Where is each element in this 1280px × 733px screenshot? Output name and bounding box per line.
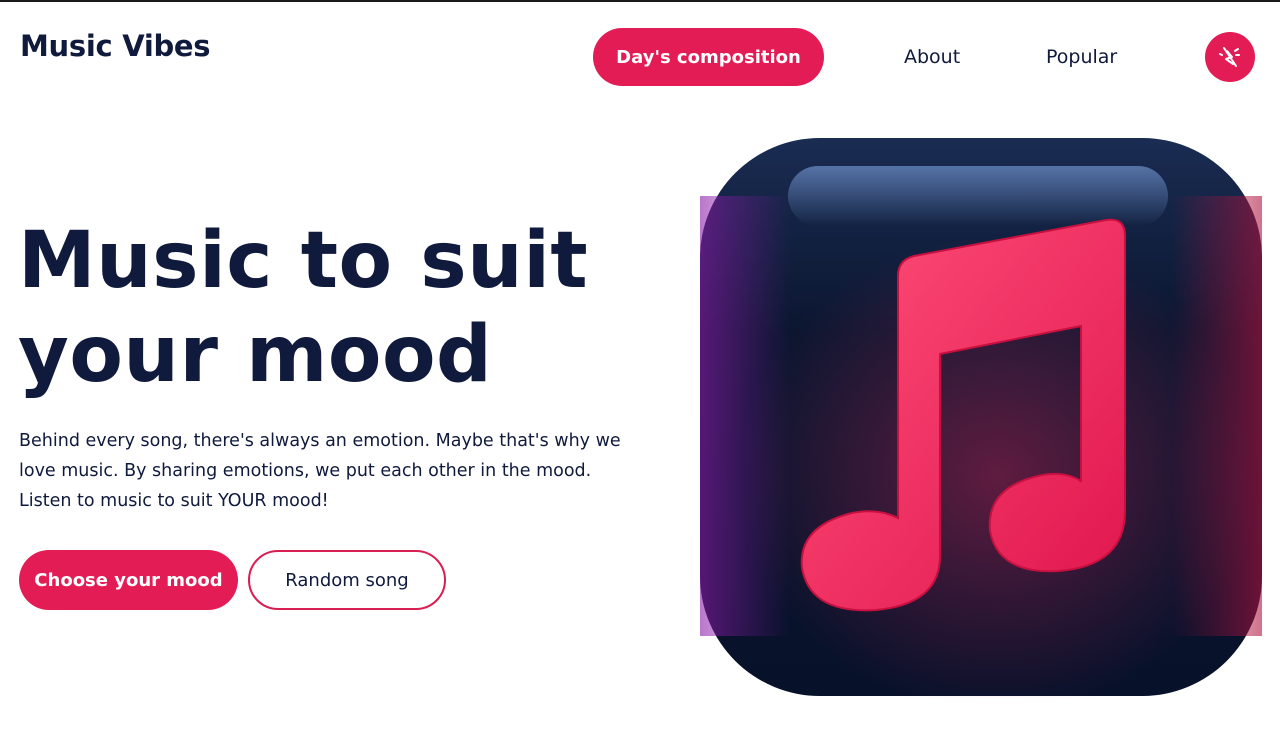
hero-description: Behind every song, there's always an emo…: [19, 431, 621, 511]
nav-about[interactable]: About: [904, 28, 960, 86]
theme-toggle-button[interactable]: [1205, 32, 1255, 82]
music-note-icon: [700, 138, 1262, 716]
site-logo[interactable]: Music Vibes: [20, 28, 211, 64]
random-song-button[interactable]: Random song: [248, 550, 446, 610]
choose-mood-button[interactable]: Choose your mood: [19, 550, 238, 610]
hero-title-line1: Music to suit: [18, 216, 589, 306]
music-app-illustration: [698, 136, 1264, 716]
nav-days-composition[interactable]: Day's composition: [593, 28, 824, 86]
hero-title: Music to suit your mood: [18, 214, 588, 402]
main-nav: Day's composition About Popular: [593, 28, 1257, 86]
hero-title-line2: your mood: [18, 310, 493, 400]
nav-popular[interactable]: Popular: [1046, 28, 1117, 86]
light-off-icon: [1219, 47, 1240, 67]
